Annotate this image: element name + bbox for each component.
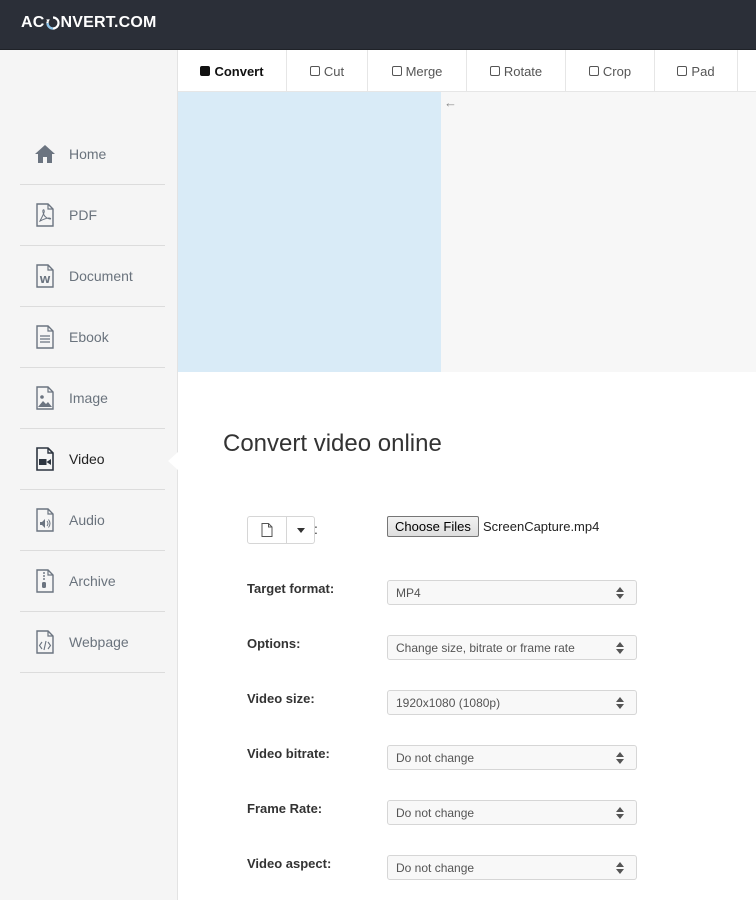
selected-file-name: ScreenCapture.mp4 bbox=[483, 519, 600, 534]
tab-merge[interactable]: Merge bbox=[368, 50, 467, 92]
tool-tabs: Convert Cut Merge Rotate Crop Pad bbox=[178, 50, 756, 92]
sidebar-item-pdf[interactable]: PDF bbox=[20, 185, 165, 246]
sidebar-item-video[interactable]: Video bbox=[20, 429, 165, 490]
sidebar-item-label: Home bbox=[69, 146, 107, 162]
select-arrows-icon bbox=[616, 862, 624, 874]
sidebar-item-label: Image bbox=[69, 390, 108, 406]
video-bitrate-select[interactable]: Do not change bbox=[387, 745, 637, 770]
sidebar-item-audio[interactable]: Audio bbox=[20, 490, 165, 551]
select-arrows-icon bbox=[616, 752, 624, 764]
sidebar-item-label: PDF bbox=[69, 207, 97, 223]
select-value: Change size, bitrate or frame rate bbox=[396, 640, 575, 655]
video-aspect-select[interactable]: Do not change bbox=[387, 855, 637, 880]
sidebar-item-label: Audio bbox=[69, 512, 105, 528]
checkbox-icon bbox=[309, 66, 320, 76]
sidebar-item-webpage[interactable]: Webpage bbox=[20, 612, 165, 673]
sidebar-item-archive[interactable]: Archive bbox=[20, 551, 165, 612]
video-size-select[interactable]: 1920x1080 (1080p) bbox=[387, 690, 637, 715]
ad-banner-right bbox=[441, 92, 756, 372]
select-value: 1920x1080 (1080p) bbox=[396, 695, 501, 710]
select-arrows-icon bbox=[616, 807, 624, 819]
sidebar-item-label: Ebook bbox=[69, 329, 109, 345]
frame-rate-select[interactable]: Do not change bbox=[387, 800, 637, 825]
tab-label: Crop bbox=[602, 63, 632, 79]
home-icon bbox=[34, 142, 56, 166]
word-document-icon: W bbox=[34, 264, 56, 288]
tab-label: Pad bbox=[691, 63, 715, 79]
target-format-label: Target format: bbox=[247, 581, 335, 596]
target-format-select[interactable]: MP4 bbox=[387, 580, 637, 605]
tab-crop[interactable]: Crop bbox=[566, 50, 655, 92]
file-source-button[interactable] bbox=[247, 516, 287, 544]
file-label-colon: : bbox=[314, 521, 318, 537]
tab-label: Convert bbox=[214, 63, 264, 79]
back-arrow-icon[interactable]: ← bbox=[444, 95, 457, 110]
sidebar-item-document[interactable]: W Document bbox=[20, 246, 165, 307]
select-value: Do not change bbox=[396, 860, 475, 875]
select-arrows-icon bbox=[616, 697, 624, 709]
video-aspect-label: Video aspect: bbox=[247, 856, 332, 871]
top-bar: AC NVERT.COM bbox=[0, 0, 756, 50]
page-title: Convert video online bbox=[223, 430, 442, 457]
options-label: Options: bbox=[247, 636, 301, 651]
site-logo[interactable]: AC NVERT.COM bbox=[21, 14, 157, 32]
refresh-logo-icon bbox=[45, 16, 60, 30]
tab-label: Cut bbox=[323, 63, 345, 79]
sidebar-item-label: Video bbox=[69, 451, 105, 467]
frame-rate-label: Frame Rate: bbox=[247, 801, 323, 816]
audio-file-icon bbox=[34, 508, 56, 532]
select-value: Do not change bbox=[396, 750, 475, 765]
sidebar-item-label: Document bbox=[69, 268, 133, 284]
tab-cut[interactable]: Cut bbox=[287, 50, 368, 92]
sidebar-item-label: Webpage bbox=[69, 634, 129, 650]
archive-icon bbox=[34, 569, 56, 593]
select-value: Do not change bbox=[396, 805, 475, 820]
tab-convert[interactable]: Convert bbox=[178, 50, 287, 92]
file-source-dropdown[interactable] bbox=[287, 516, 315, 544]
sidebar-item-ebook[interactable]: Ebook bbox=[20, 307, 165, 368]
video-bitrate-label: Video bitrate: bbox=[247, 746, 330, 761]
checkbox-icon bbox=[677, 66, 688, 76]
active-item-indicator bbox=[168, 452, 178, 470]
webpage-icon bbox=[34, 630, 56, 654]
tab-label: Rotate bbox=[503, 63, 543, 79]
image-icon bbox=[34, 386, 56, 410]
video-icon bbox=[34, 447, 56, 471]
tab-pad[interactable]: Pad bbox=[655, 50, 738, 92]
ad-banner-left bbox=[178, 92, 441, 372]
sidebar-item-home[interactable]: Home bbox=[20, 124, 165, 185]
svg-text:W: W bbox=[40, 275, 51, 286]
checkbox-checked-icon bbox=[200, 66, 211, 76]
tab-label: Merge bbox=[405, 63, 443, 79]
pdf-file-icon bbox=[34, 203, 56, 227]
caret-down-icon bbox=[296, 527, 305, 533]
checkbox-icon bbox=[588, 66, 599, 76]
logo-text-right: NVERT.COM bbox=[60, 14, 157, 31]
sidebar-item-label: Archive bbox=[69, 573, 116, 589]
sidebar-item-image[interactable]: Image bbox=[20, 368, 165, 429]
options-select[interactable]: Change size, bitrate or frame rate bbox=[387, 635, 637, 660]
select-arrows-icon bbox=[616, 642, 624, 654]
file-source-selector bbox=[247, 516, 315, 544]
file-icon bbox=[261, 523, 273, 537]
sidebar: Home PDF W Document Ebook Image Video Au… bbox=[0, 50, 178, 900]
logo-text-left: AC bbox=[21, 14, 45, 31]
select-value: MP4 bbox=[396, 585, 421, 600]
tab-rotate[interactable]: Rotate bbox=[467, 50, 566, 92]
select-arrows-icon bbox=[616, 587, 624, 599]
ebook-icon bbox=[34, 325, 56, 349]
video-size-label: Video size: bbox=[247, 691, 315, 706]
checkbox-icon bbox=[391, 66, 402, 76]
choose-files-button[interactable]: Choose Files bbox=[387, 516, 479, 537]
checkbox-icon bbox=[489, 66, 500, 76]
